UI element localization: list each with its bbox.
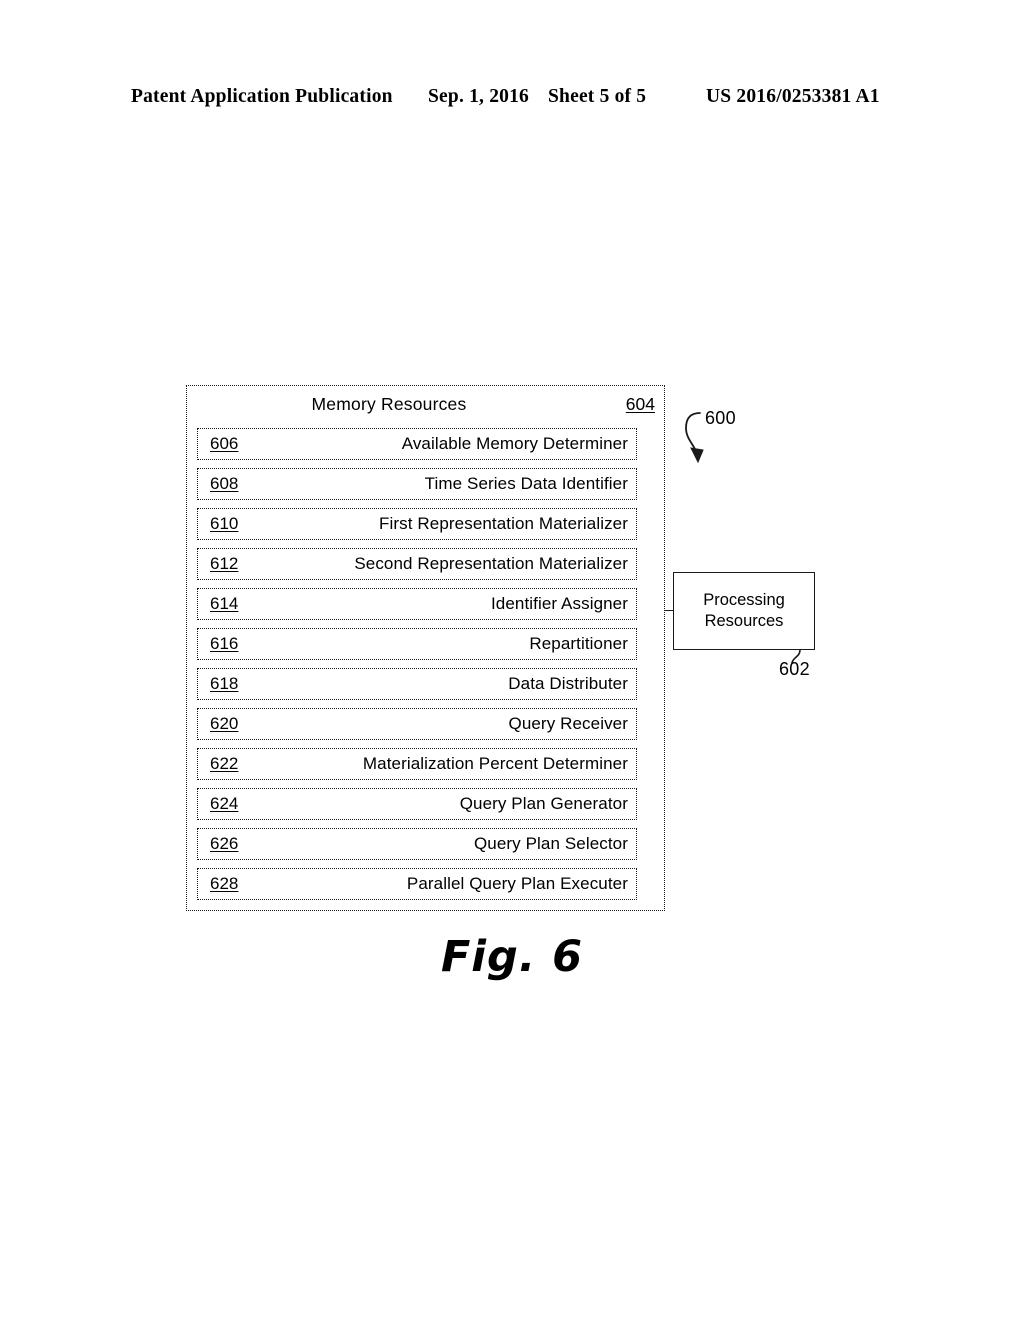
component-row-618: 618 Data Distributer xyxy=(197,668,637,700)
component-label: Repartitioner xyxy=(529,634,628,653)
component-label: Query Receiver xyxy=(508,714,628,733)
component-ref: 620 xyxy=(210,714,239,733)
callout-602: 602 xyxy=(779,659,810,679)
memory-resources-ref: 604 xyxy=(625,394,655,414)
component-ref: 610 xyxy=(210,514,239,533)
component-row-626: 626 Query Plan Selector xyxy=(197,828,637,860)
component-row-614: 614 Identifier Assigner xyxy=(197,588,637,620)
memory-resources-title: Memory Resources xyxy=(311,394,467,414)
component-ref: 608 xyxy=(210,474,239,493)
figure-caption: Fig. 6 xyxy=(440,932,584,982)
component-row-620: 620 Query Receiver xyxy=(197,708,637,740)
component-label: Second Representation Materializer xyxy=(354,554,628,573)
component-row-612: 612 Second Representation Materializer xyxy=(197,548,637,580)
component-label: Time Series Data Identifier xyxy=(424,474,628,493)
component-label: First Representation Materializer xyxy=(379,514,628,533)
processing-resources-box: Processing Resources xyxy=(673,572,815,650)
component-ref: 614 xyxy=(210,594,239,613)
processing-resources-title-line1: Processing xyxy=(703,591,785,609)
component-label: Available Memory Determiner xyxy=(401,434,628,453)
component-list: 606 Available Memory Determiner 608 Time… xyxy=(197,428,637,900)
component-label: Identifier Assigner xyxy=(490,594,628,613)
component-label: Query Plan Selector xyxy=(473,834,628,853)
component-label: Parallel Query Plan Executer xyxy=(406,874,628,893)
component-ref: 628 xyxy=(210,874,239,893)
component-row-624: 624 Query Plan Generator xyxy=(197,788,637,820)
component-row-610: 610 First Representation Materializer xyxy=(197,508,637,540)
component-ref: 624 xyxy=(210,794,239,813)
component-ref: 612 xyxy=(210,554,239,573)
component-row-606: 606 Available Memory Determiner xyxy=(197,428,637,460)
component-row-628: 628 Parallel Query Plan Executer xyxy=(197,868,637,900)
figure-6: Memory Resources 604 606 Available Memor… xyxy=(0,0,1024,1320)
component-ref: 618 xyxy=(210,674,239,693)
memory-resources-header: Memory Resources 604 xyxy=(187,392,666,422)
component-ref: 606 xyxy=(210,434,239,453)
component-row-616: 616 Repartitioner xyxy=(197,628,637,660)
component-row-622: 622 Materialization Percent Determiner xyxy=(197,748,637,780)
component-row-608: 608 Time Series Data Identifier xyxy=(197,468,637,500)
component-ref: 626 xyxy=(210,834,239,853)
component-label: Materialization Percent Determiner xyxy=(362,754,628,773)
component-label: Data Distributer xyxy=(508,674,628,693)
callout-600: 600 xyxy=(705,408,736,428)
component-label: Query Plan Generator xyxy=(459,794,628,813)
processing-resources-title-line2: Resources xyxy=(704,612,784,630)
component-ref: 622 xyxy=(210,754,239,773)
memory-resources-box: Memory Resources 604 606 Available Memor… xyxy=(186,385,665,911)
component-ref: 616 xyxy=(210,634,239,653)
